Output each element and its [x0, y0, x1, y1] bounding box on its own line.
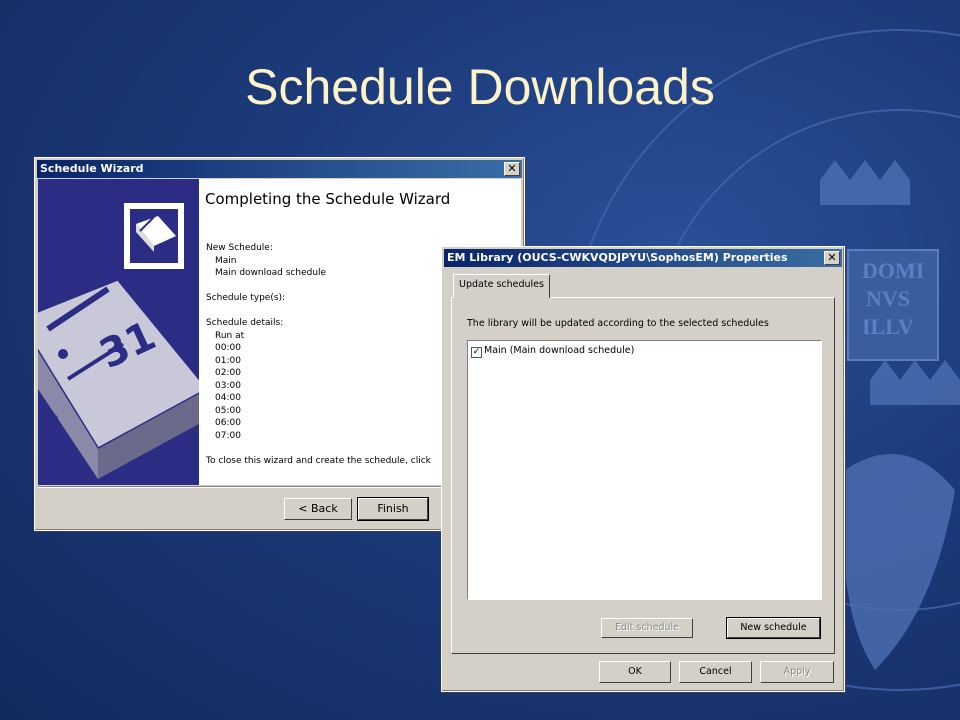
slide-title: Schedule Downloads [245, 59, 715, 115]
wizard-close-button[interactable]: ✕ [504, 162, 520, 176]
properties-title: EM Library (OUCS-CWKVQDJPYU\SophosEM) Pr… [447, 251, 788, 264]
back-button[interactable]: < Back [284, 498, 352, 520]
edit-schedule-button[interactable]: Edit schedule [601, 618, 693, 638]
wizard-title: Schedule Wizard [40, 162, 144, 175]
time-item: 01:00 [215, 355, 241, 366]
wizard-heading: Completing the Schedule Wizard [205, 190, 451, 208]
schedule-name: Main [215, 255, 237, 266]
time-item: 02:00 [215, 368, 241, 378]
finish-button[interactable]: Finish [357, 497, 429, 521]
time-item: 07:00 [215, 430, 241, 441]
closing-instruction: To close this wizard and create the sche… [206, 455, 431, 466]
properties-titlebar[interactable]: EM Library (OUCS-CWKVQDJPYU\SophosEM) Pr… [444, 249, 842, 267]
apply-button[interactable]: Apply [760, 661, 834, 683]
cancel-button[interactable]: Cancel [679, 661, 752, 683]
schedule-types-label: Schedule type(s): [206, 293, 286, 303]
wizard-side-panel: 31 [38, 179, 199, 485]
time-item: 00:00 [215, 343, 241, 353]
schedule-details-label: Schedule details: [206, 318, 284, 328]
new-schedule-button[interactable]: New schedule [726, 617, 821, 639]
list-item[interactable]: ✓ Main (Main download schedule) [471, 345, 634, 358]
schedule-description: Main download schedule [215, 268, 327, 278]
wizard-summary: New Schedule: Main Main download schedul… [206, 242, 431, 467]
schedule-checkbox[interactable]: ✓ [471, 347, 482, 358]
time-item: 06:00 [215, 418, 241, 428]
schedules-description: The library will be updated according to… [467, 318, 769, 329]
time-item: 04:00 [215, 393, 241, 403]
ok-button[interactable]: OK [599, 661, 671, 683]
crest-motto-2: NVS [866, 286, 910, 311]
tab-update-schedules[interactable]: Update schedules [453, 274, 550, 298]
calendar-illustration: 31 [38, 203, 199, 479]
crest-motto-1: DOMI [862, 258, 924, 283]
time-item: 05:00 [215, 405, 241, 416]
run-at-label: Run at [215, 330, 245, 341]
schedule-item-label: Main (Main download schedule) [484, 345, 635, 356]
new-schedule-label: New Schedule: [206, 243, 273, 253]
time-item: 03:00 [215, 380, 241, 391]
crest-motto-3: ILLV [862, 314, 914, 339]
wizard-titlebar[interactable]: Schedule Wizard ✕ [37, 160, 522, 178]
properties-close-button[interactable]: ✕ [824, 251, 840, 265]
schedules-list[interactable]: ✓ Main (Main download schedule) [467, 340, 822, 600]
em-library-properties-window: EM Library (OUCS-CWKVQDJPYU\SophosEM) Pr… [441, 246, 845, 692]
